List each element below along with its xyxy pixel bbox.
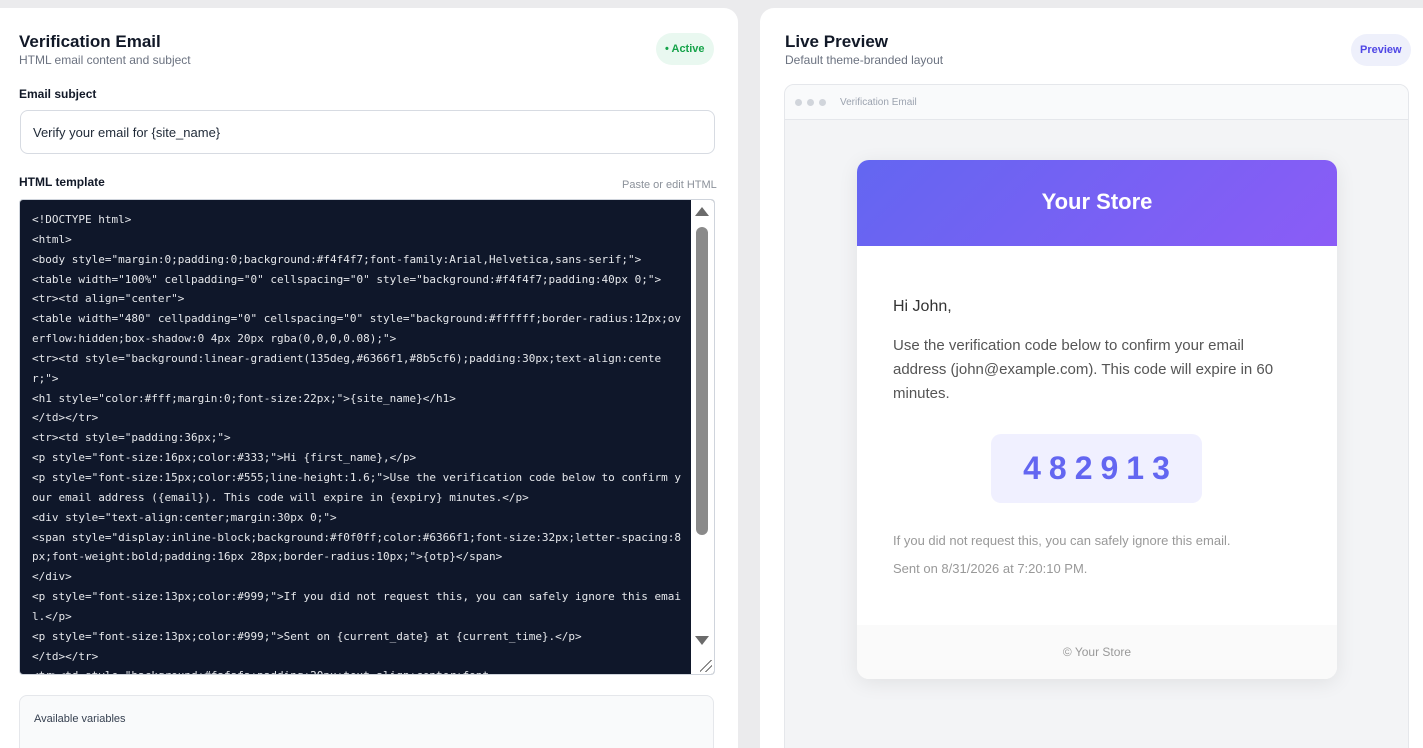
- preview-browser-frame: Verification Email Your Store Hi John, U…: [784, 84, 1409, 748]
- html-template-editor[interactable]: <!DOCTYPE html> <html> <body style="marg…: [19, 199, 715, 675]
- sent-note: Sent on 8/31/2026 at 7:20:10 PM.: [893, 561, 1088, 576]
- template-hint: Paste or edit HTML: [622, 179, 717, 191]
- resize-handle-icon[interactable]: [700, 660, 712, 672]
- scroll-down-arrow-icon[interactable]: [695, 636, 709, 645]
- email-footer: © Your Store: [857, 625, 1337, 679]
- preview-subtitle: Default theme-branded layout: [785, 53, 944, 67]
- preview-badge: Preview: [1351, 34, 1411, 66]
- scroll-up-arrow-icon[interactable]: [695, 207, 709, 216]
- email-header: Your Store: [857, 160, 1337, 246]
- window-dot-icon: [819, 99, 826, 106]
- editor-panel: Verification Email HTML email content an…: [0, 8, 738, 748]
- window-dot-icon: [795, 99, 802, 106]
- email-card: Your Store Hi John, Use the verification…: [857, 160, 1337, 679]
- editor-title: Verification Email: [19, 32, 161, 51]
- status-badge: • Active: [656, 33, 714, 65]
- window-dot-icon: [807, 99, 814, 106]
- email-greeting: Hi John,: [893, 298, 952, 315]
- preview-title: Live Preview: [785, 32, 889, 51]
- template-label: HTML template: [19, 175, 105, 189]
- editor-subtitle: HTML email content and subject: [19, 53, 191, 67]
- variables-title: Available variables: [34, 713, 126, 725]
- ignore-note: If you did not request this, you can saf…: [893, 533, 1231, 548]
- subject-input[interactable]: [20, 110, 715, 154]
- editor-scrollbar[interactable]: [691, 200, 714, 674]
- subject-label: Email subject: [19, 87, 97, 101]
- available-variables-box: Available variables: [19, 695, 714, 748]
- otp-code: 482913: [991, 434, 1202, 503]
- email-body: Use the verification code below to confi…: [893, 337, 1274, 402]
- template-code[interactable]: <!DOCTYPE html> <html> <body style="marg…: [32, 210, 684, 674]
- browser-title: Verification Email: [840, 97, 917, 108]
- browser-bar: Verification Email: [785, 85, 1408, 120]
- scroll-thumb[interactable]: [696, 227, 708, 535]
- preview-panel: Live Preview Default theme-branded layou…: [760, 8, 1423, 748]
- email-store-name: Your Store: [1041, 189, 1153, 214]
